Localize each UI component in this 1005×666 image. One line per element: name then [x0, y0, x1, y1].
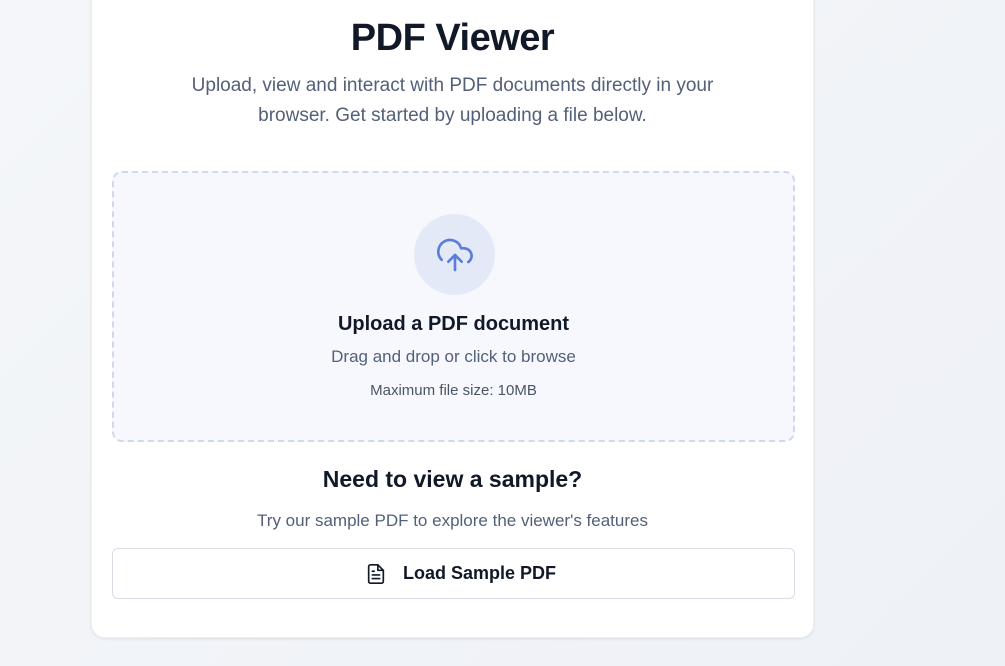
upload-instruction: Drag and drop or click to browse	[331, 347, 576, 366]
load-sample-label: Load Sample PDF	[402, 563, 557, 583]
pdf-viewer-card: PDF Viewer Upload, view and interact wit…	[91, 0, 814, 638]
upload-icon-badge	[414, 214, 495, 295]
upload-heading: Upload a PDF document	[337, 313, 570, 335]
cloud-upload-icon	[436, 238, 473, 271]
page-title: PDF Viewer	[350, 17, 555, 59]
page-subtitle: Upload, view and interact with PDF docum…	[191, 75, 714, 126]
upload-dropzone[interactable]: Upload a PDF document Drag and drop or c…	[112, 171, 795, 442]
load-sample-button[interactable]: Load Sample PDF	[112, 548, 795, 599]
sample-description: Try our sample PDF to explore the viewer…	[257, 511, 648, 530]
upload-size-limit: Maximum file size: 10MB	[370, 382, 537, 399]
file-text-icon	[365, 563, 387, 585]
sample-heading: Need to view a sample?	[322, 466, 583, 492]
